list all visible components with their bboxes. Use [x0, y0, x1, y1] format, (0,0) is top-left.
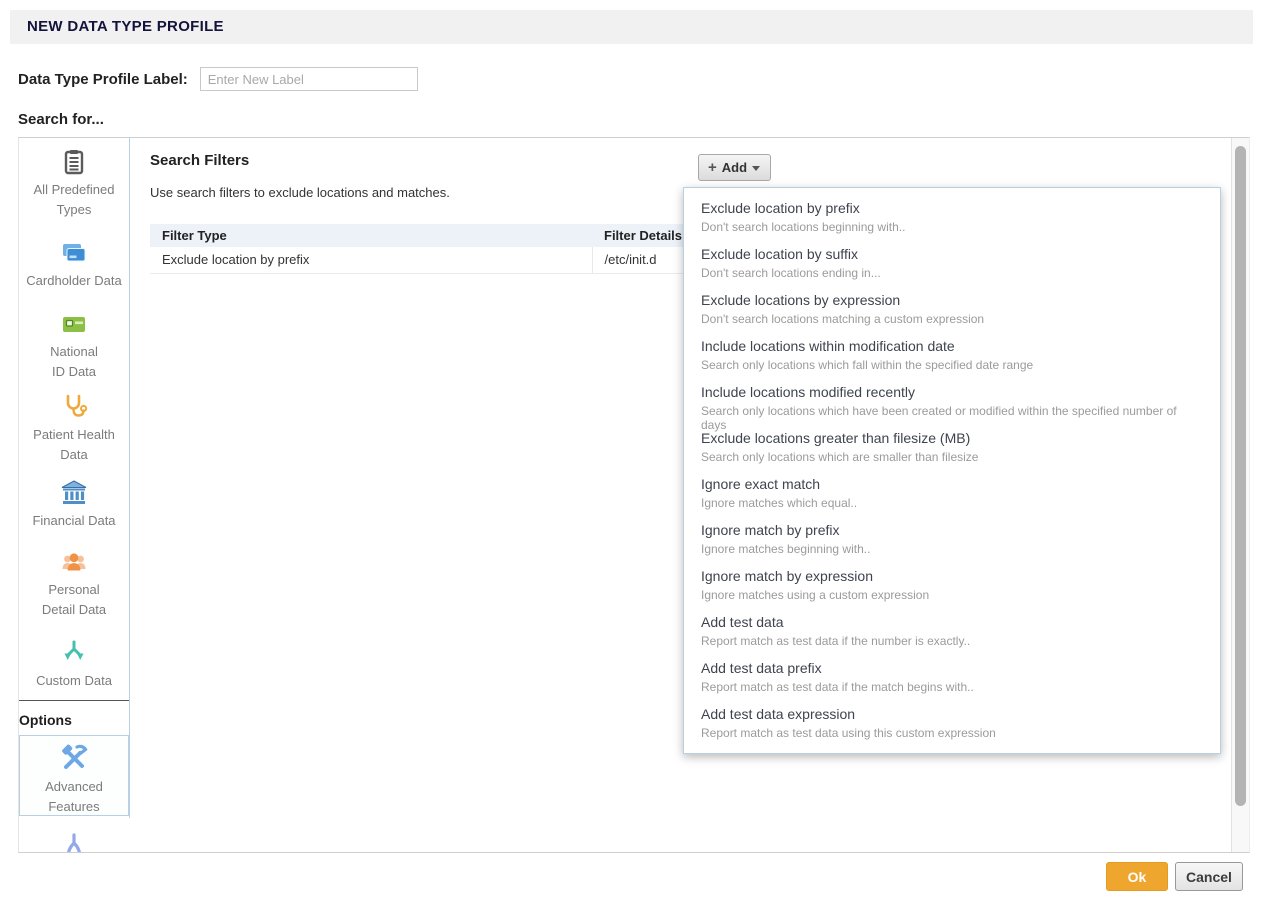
- clipboard-icon: [60, 148, 88, 176]
- stethoscope-icon: [60, 393, 88, 421]
- branch-arrows-icon: [60, 639, 88, 667]
- column-header-filter-type: Filter Type: [150, 224, 592, 247]
- menu-item-description: Search only locations which are smaller …: [701, 450, 1203, 464]
- sidebar-item-cardholder-data[interactable]: Cardholder Data: [19, 239, 129, 291]
- menu-item-title: Ignore match by prefix: [701, 522, 1203, 538]
- menu-item-description: Ignore matches beginning with..: [701, 542, 1203, 556]
- sidebar-item-custom-data[interactable]: Custom Data: [19, 639, 129, 691]
- menu-item-title: Ignore exact match: [701, 476, 1203, 492]
- profile-label-text: Data Type Profile Label:: [18, 71, 188, 88]
- filter-type-cell: Exclude location by prefix: [150, 247, 592, 273]
- sidebar-item-label: Custom Data: [19, 671, 129, 691]
- menu-item-add-test-data[interactable]: Add test data Report match as test data …: [684, 607, 1220, 653]
- menu-item-ignore-exact-match[interactable]: Ignore exact match Ignore matches which …: [684, 469, 1220, 515]
- menu-item-include-locations-within-modification-date[interactable]: Include locations within modification da…: [684, 331, 1220, 377]
- sidebar-item-partial[interactable]: [19, 832, 129, 853]
- profile-label-input[interactable]: [200, 67, 418, 91]
- dialog-header: NEW DATA TYPE PROFILE: [10, 10, 1253, 44]
- menu-item-title: Add test data: [701, 614, 1203, 630]
- menu-item-description: Don't search locations beginning with..: [701, 220, 1203, 234]
- caret-down-icon: [752, 166, 760, 171]
- page-title: NEW DATA TYPE PROFILE: [10, 10, 1253, 44]
- sidebar-item-label: Personal Detail Data: [33, 580, 115, 620]
- tools-icon: [59, 743, 89, 773]
- add-filter-button[interactable]: + Add: [698, 154, 771, 181]
- sidebar-item-advanced-features[interactable]: Advanced Features: [19, 735, 129, 816]
- menu-item-include-locations-modified-recently[interactable]: Include locations modified recently Sear…: [684, 377, 1220, 423]
- menu-item-description: Don't search locations ending in...: [701, 266, 1203, 280]
- ok-button[interactable]: Ok: [1106, 862, 1168, 891]
- sidebar-item-label: Financial Data: [19, 511, 129, 531]
- menu-item-title: Include locations within modification da…: [701, 338, 1203, 354]
- people-icon: [60, 548, 88, 576]
- menu-item-add-test-data-expression[interactable]: Add test data expression Report match as…: [684, 699, 1220, 745]
- menu-item-exclude-location-by-prefix[interactable]: Exclude location by prefix Don't search …: [684, 193, 1220, 239]
- menu-item-exclude-locations-by-expression[interactable]: Exclude locations by expression Don't se…: [684, 285, 1220, 331]
- menu-item-description: Ignore matches using a custom expression: [701, 588, 1203, 602]
- sidebar-item-label: National ID Data: [43, 342, 105, 382]
- menu-item-title: Include locations modified recently: [701, 384, 1203, 400]
- add-button-label: Add: [722, 160, 747, 175]
- options-heading: Options: [19, 701, 129, 734]
- vertical-scrollbar[interactable]: [1231, 138, 1249, 852]
- scrollbar-thumb[interactable]: [1235, 146, 1246, 806]
- credit-cards-icon: [60, 239, 88, 267]
- id-card-icon: [60, 310, 88, 338]
- menu-item-description: Ignore matches which equal..: [701, 496, 1203, 510]
- filters-description: Use search filters to exclude locations …: [150, 185, 450, 200]
- sidebar-item-financial-data[interactable]: Financial Data: [19, 479, 129, 531]
- menu-item-title: Exclude location by prefix: [701, 200, 1203, 216]
- sidebar-item-label: All Predefined Types: [28, 180, 120, 220]
- options-section: Options: [19, 700, 129, 734]
- menu-item-title: Add test data prefix: [701, 660, 1203, 676]
- menu-item-title: Exclude locations greater than filesize …: [701, 430, 1203, 446]
- profile-label-row: Data Type Profile Label:: [18, 66, 418, 92]
- sidebar-item-all-predefined-types[interactable]: All Predefined Types: [19, 148, 129, 220]
- sidebar-item-label: Advanced Features: [38, 777, 110, 817]
- add-filter-dropdown-menu: Exclude location by prefix Don't search …: [683, 187, 1221, 754]
- menu-item-title: Exclude locations by expression: [701, 292, 1203, 308]
- menu-item-title: Ignore match by expression: [701, 568, 1203, 584]
- cancel-button[interactable]: Cancel: [1175, 862, 1243, 891]
- search-for-heading: Search for...: [18, 111, 104, 128]
- filters-title: Search Filters: [150, 152, 249, 169]
- sidebar-item-national-id-data[interactable]: National ID Data: [19, 310, 129, 382]
- sidebar-item-label: Patient Health Data: [28, 425, 120, 465]
- menu-item-description: Search only locations which fall within …: [701, 358, 1203, 372]
- menu-item-description: Report match as test data if the number …: [701, 634, 1203, 648]
- menu-item-ignore-match-by-prefix[interactable]: Ignore match by prefix Ignore matches be…: [684, 515, 1220, 561]
- wishbone-icon: [60, 832, 88, 853]
- menu-item-description: Don't search locations matching a custom…: [701, 312, 1203, 326]
- sidebar-item-personal-detail-data[interactable]: Personal Detail Data: [19, 548, 129, 620]
- menu-item-description: Report match as test data using this cus…: [701, 726, 1203, 740]
- menu-item-ignore-match-by-expression[interactable]: Ignore match by expression Ignore matche…: [684, 561, 1220, 607]
- data-type-sidebar: All Predefined Types Cardholder Data Nat…: [19, 138, 130, 818]
- sidebar-item-patient-health-data[interactable]: Patient Health Data: [19, 393, 129, 465]
- menu-item-title: Exclude location by suffix: [701, 246, 1203, 262]
- plus-icon: +: [708, 160, 717, 175]
- menu-item-title: Add test data expression: [701, 706, 1203, 722]
- sidebar-item-label: Cardholder Data: [19, 271, 129, 291]
- menu-item-description: Report match as test data if the match b…: [701, 680, 1203, 694]
- menu-item-exclude-location-by-suffix[interactable]: Exclude location by suffix Don't search …: [684, 239, 1220, 285]
- bank-icon: [60, 479, 88, 507]
- menu-item-add-test-data-prefix[interactable]: Add test data prefix Report match as tes…: [684, 653, 1220, 699]
- menu-item-exclude-locations-greater-than-filesize[interactable]: Exclude locations greater than filesize …: [684, 423, 1220, 469]
